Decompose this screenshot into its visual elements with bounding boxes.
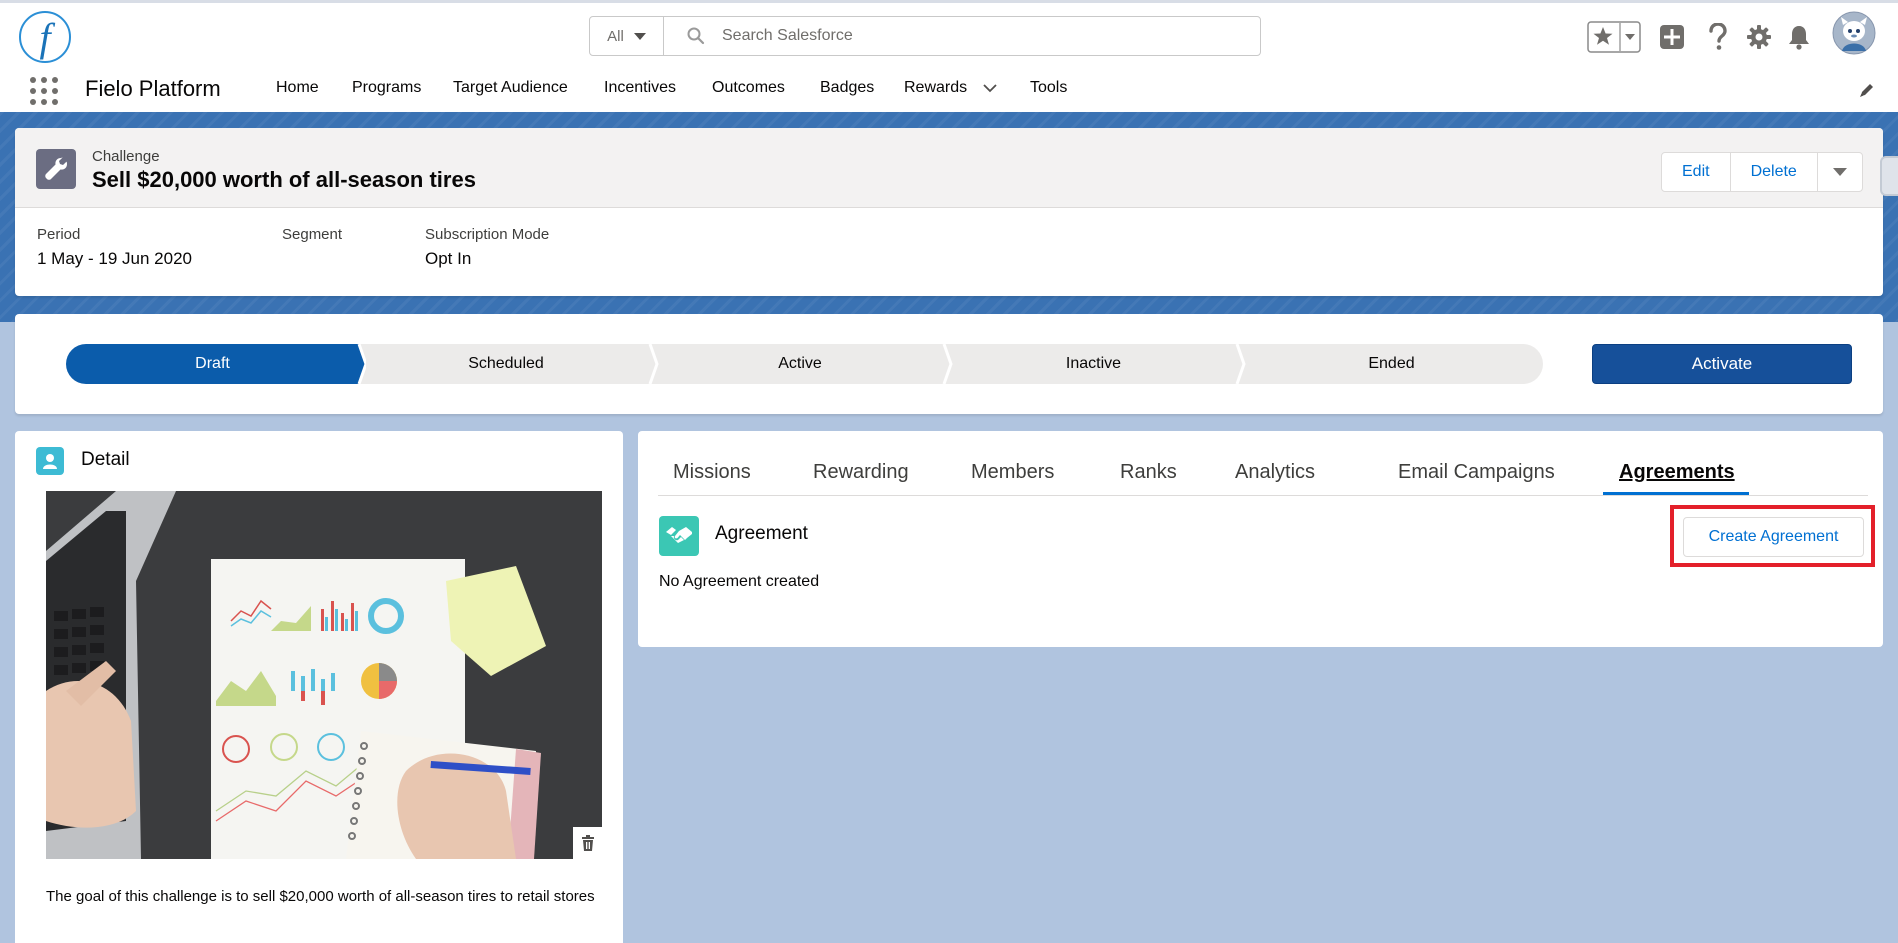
path-stage-inactive[interactable]: Inactive bbox=[947, 344, 1240, 384]
edit-button[interactable]: Edit bbox=[1662, 153, 1731, 191]
tab-rewarding[interactable]: Rewarding bbox=[813, 461, 909, 484]
notifications-button[interactable] bbox=[1786, 17, 1812, 57]
search-field bbox=[664, 17, 1302, 55]
nav-item-programs[interactable]: Programs bbox=[352, 79, 421, 97]
detail-title: Detail bbox=[81, 449, 130, 470]
global-header: f All Search Salesforce Fielo Platform H… bbox=[0, 0, 1898, 112]
tab-ranks[interactable]: Ranks bbox=[1120, 461, 1177, 484]
fielo-logo[interactable]: f bbox=[19, 11, 71, 63]
detail-card: Detail The goal of this challenge is to … bbox=[15, 431, 623, 943]
tab-members[interactable]: Members bbox=[971, 461, 1054, 484]
search-icon bbox=[687, 27, 705, 45]
path-separator bbox=[352, 344, 366, 384]
nav-item-outcomes[interactable]: Outcomes bbox=[712, 79, 785, 97]
chevron-down-icon bbox=[1832, 168, 1847, 176]
agreement-empty-text: No Agreement created bbox=[659, 573, 820, 590]
favorites-star-icon bbox=[1587, 21, 1641, 53]
path-stage-draft[interactable]: Draft bbox=[66, 344, 359, 384]
search-scope-label: All bbox=[607, 27, 624, 45]
record-header: Challenge Sell $20,000 worth of all-seas… bbox=[15, 128, 1883, 296]
tab-missions[interactable]: Missions bbox=[673, 461, 751, 484]
path-separator bbox=[648, 344, 659, 384]
nav-item-target-audience[interactable]: Target Audience bbox=[453, 79, 568, 97]
path-stage-scheduled[interactable]: Scheduled bbox=[359, 344, 653, 384]
rewards-chevron-down-icon[interactable] bbox=[983, 83, 997, 93]
record-title: Sell $20,000 worth of all-season tires bbox=[92, 167, 476, 192]
desk-photo-illustration bbox=[46, 491, 602, 859]
delete-button[interactable]: Delete bbox=[1731, 153, 1818, 191]
related-tabs-card: Missions Rewarding Members Ranks Analyti… bbox=[638, 431, 1883, 647]
more-actions-button[interactable] bbox=[1818, 153, 1862, 191]
record-type: Challenge bbox=[92, 148, 160, 165]
tab-email-campaigns[interactable]: Email Campaigns bbox=[1398, 461, 1555, 484]
path-stage-ended[interactable]: Ended bbox=[1240, 344, 1543, 384]
nav-item-home[interactable]: Home bbox=[276, 79, 319, 97]
create-agreement-button[interactable]: Create Agreement bbox=[1683, 517, 1864, 557]
handshake-icon bbox=[659, 516, 699, 556]
field-value: 1 May - 19 Jun 2020 bbox=[37, 249, 192, 268]
help-button[interactable] bbox=[1706, 17, 1730, 57]
search-scope-select[interactable]: All bbox=[590, 17, 664, 55]
field-subscription-mode: Subscription Mode Opt In bbox=[425, 226, 549, 269]
record-actions: Edit Delete bbox=[1661, 152, 1863, 192]
nav-item-badges[interactable]: Badges bbox=[820, 79, 874, 97]
favorites-button[interactable] bbox=[1587, 17, 1641, 57]
status-path: Draft Scheduled Active Inactive Ended bbox=[66, 344, 1543, 384]
path-separator bbox=[1235, 344, 1246, 384]
tab-bar: Missions Rewarding Members Ranks Analyti… bbox=[658, 431, 1868, 496]
utility-side-tab[interactable] bbox=[1880, 156, 1898, 196]
search-input[interactable] bbox=[722, 17, 1302, 55]
field-label: Segment bbox=[282, 226, 343, 243]
tab-analytics[interactable]: Analytics bbox=[1235, 461, 1315, 484]
nav-item-rewards[interactable]: Rewards bbox=[904, 79, 967, 97]
challenge-description: The goal of this challenge is to sell $2… bbox=[46, 888, 595, 905]
notifications-bell-icon bbox=[1789, 26, 1809, 50]
agreement-section-title: Agreement bbox=[715, 523, 808, 544]
activate-button[interactable]: Activate bbox=[1592, 344, 1852, 384]
nav-item-incentives[interactable]: Incentives bbox=[604, 79, 676, 97]
status-path-card: Draft Scheduled Active Inactive Ended Ac… bbox=[15, 314, 1883, 414]
record-highlights: Challenge Sell $20,000 worth of all-seas… bbox=[15, 128, 1883, 208]
delete-image-button[interactable] bbox=[573, 827, 603, 859]
setup-button[interactable] bbox=[1745, 17, 1773, 57]
contact-card-icon bbox=[36, 447, 64, 475]
global-actions-button[interactable] bbox=[1658, 17, 1686, 57]
field-period: Period 1 May - 19 Jun 2020 bbox=[37, 226, 192, 269]
add-icon bbox=[1660, 25, 1684, 49]
user-avatar[interactable] bbox=[1832, 11, 1876, 55]
field-label: Period bbox=[37, 226, 81, 243]
path-separator bbox=[942, 344, 953, 384]
wrench-icon bbox=[36, 149, 76, 189]
field-segment: Segment bbox=[282, 226, 342, 249]
help-icon bbox=[1709, 23, 1727, 50]
field-label: Subscription Mode bbox=[425, 226, 550, 243]
tab-agreements[interactable]: Agreements bbox=[1619, 461, 1735, 484]
app-launcher-button[interactable] bbox=[30, 77, 58, 105]
active-tab-indicator bbox=[1603, 492, 1749, 495]
field-value: Opt In bbox=[425, 249, 472, 268]
setup-gear-icon bbox=[1747, 25, 1771, 49]
challenge-image bbox=[46, 491, 602, 859]
chevron-down-icon bbox=[633, 32, 646, 40]
edit-nav-pencil-icon[interactable] bbox=[1858, 81, 1876, 99]
global-search: All bbox=[589, 16, 1302, 56]
trash-icon bbox=[582, 835, 594, 851]
app-name: Fielo Platform bbox=[85, 76, 221, 101]
avatar-icon bbox=[1832, 11, 1876, 55]
path-stage-active[interactable]: Active bbox=[653, 344, 947, 384]
nav-item-tools[interactable]: Tools bbox=[1030, 79, 1067, 97]
